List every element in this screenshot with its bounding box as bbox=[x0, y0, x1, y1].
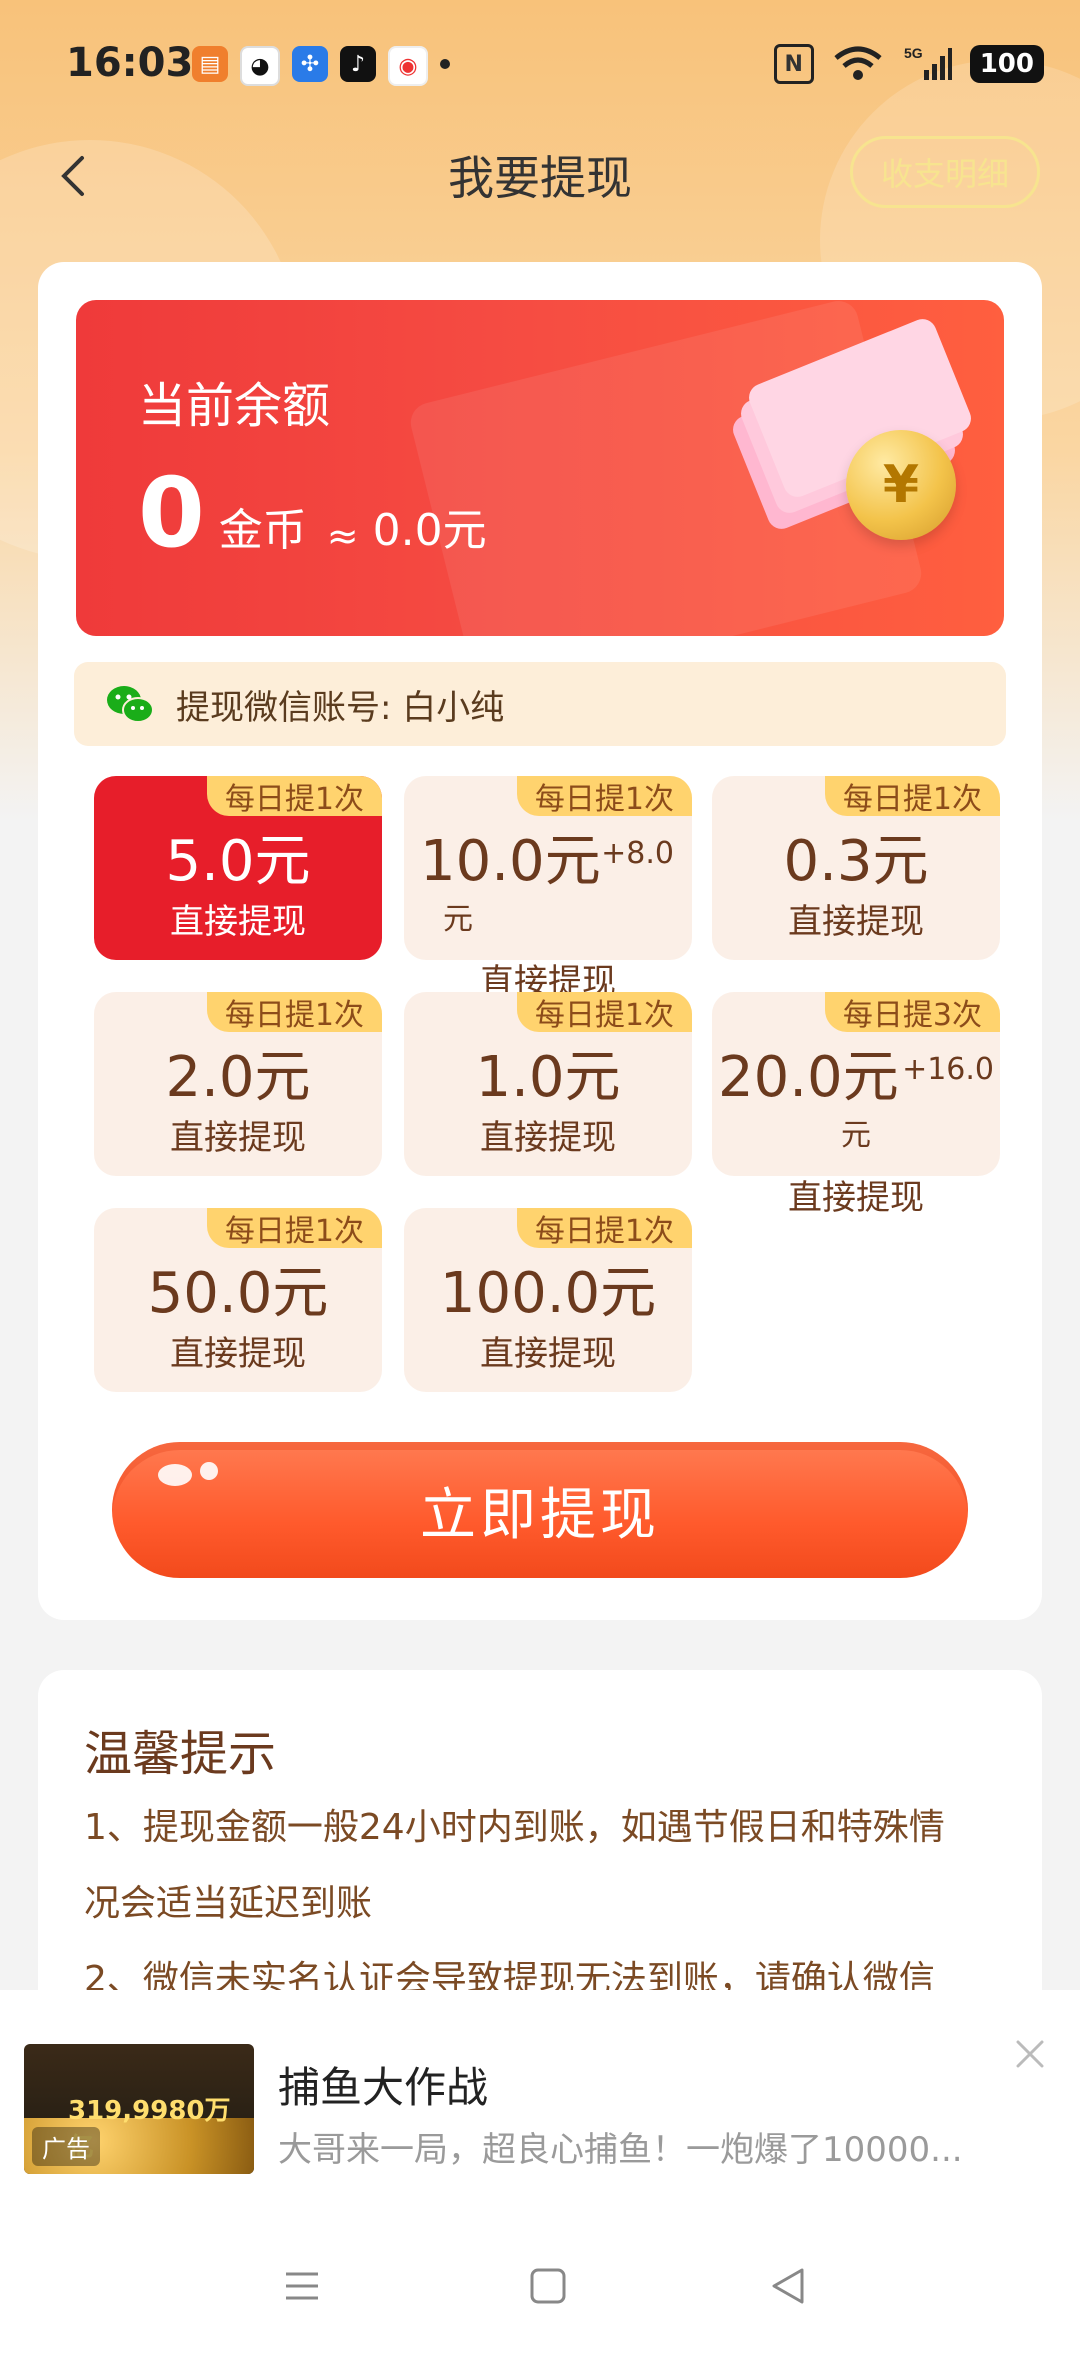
withdraw-option-2[interactable]: 每日提1次 2.0元 直接提现 bbox=[94, 992, 382, 1176]
withdraw-option-1[interactable]: 每日提1次 1.0元 直接提现 bbox=[404, 992, 692, 1176]
option-bonus-unit: 元 bbox=[443, 902, 473, 937]
option-bonus-unit: 元 bbox=[841, 1118, 871, 1153]
status-right: N 5G 100 bbox=[773, 44, 1044, 84]
withdraw-option-10[interactable]: 每日提1次 10.0元 +8.0 元 直接提现 bbox=[404, 776, 692, 1002]
option-amount: 0.3元 bbox=[783, 829, 929, 894]
qq-app-icon: ◕ bbox=[240, 46, 280, 86]
ad-title[interactable]: 捕鱼大作战 bbox=[278, 2054, 488, 2115]
option-amount: 100.0元 bbox=[439, 1261, 657, 1326]
ad-thumbnail[interactable]: 319,9980万亿 广告 bbox=[24, 2044, 254, 2174]
option-direct-label: 直接提现 bbox=[788, 902, 924, 942]
money-stack-illustration: ¥ bbox=[724, 314, 976, 540]
option-direct-label: 直接提现 bbox=[788, 1178, 924, 1218]
wechat-account-text: 提现微信账号: 白小纯 bbox=[176, 687, 505, 728]
balance-rmb: 0.0元 bbox=[372, 505, 487, 556]
option-amount: 20.0元 bbox=[718, 1045, 899, 1110]
wifi-icon bbox=[834, 46, 882, 80]
option-limit-badge: 每日提1次 bbox=[824, 776, 1000, 817]
balance-coins: 0 bbox=[138, 457, 205, 569]
option-direct-label: 直接提现 bbox=[170, 1334, 306, 1374]
back-triangle-icon[interactable] bbox=[768, 2266, 808, 2306]
nfc-icon: N bbox=[773, 44, 814, 84]
pinwheel-app-icon: ✣ bbox=[292, 46, 328, 82]
tips-title: 温馨提示 bbox=[84, 1726, 277, 1782]
more-notifications-dot bbox=[440, 59, 450, 69]
option-direct-label: 直接提现 bbox=[170, 1118, 306, 1158]
home-square-icon[interactable] bbox=[528, 2266, 568, 2306]
option-bonus: +16.0 bbox=[902, 1052, 994, 1087]
option-amount: 50.0元 bbox=[147, 1261, 329, 1326]
weibo-app-icon: ◉ bbox=[388, 46, 428, 86]
withdraw-now-label: 立即提现 bbox=[420, 1482, 660, 1548]
option-amount: 1.0元 bbox=[475, 1045, 621, 1110]
tips-card: 温馨提示 1、提现金额一般24小时内到账，如遇节假日和特殊情 况会适当延迟到账 … bbox=[38, 1670, 1042, 2030]
wechat-account-bar: 提现微信账号: 白小纯 bbox=[74, 662, 1006, 746]
cellular-signal-icon: 5G bbox=[904, 46, 952, 80]
option-amount: 10.0元 bbox=[420, 829, 601, 894]
menu-icon[interactable] bbox=[282, 2266, 322, 2306]
tips-line-1: 1、提现金额一般24小时内到账，如遇节假日和特殊情 bbox=[84, 1807, 945, 1848]
withdraw-option-100[interactable]: 每日提1次 100.0元 直接提现 bbox=[404, 1208, 692, 1392]
books-app-icon: ▤ bbox=[192, 46, 228, 82]
option-bonus: +8.0 bbox=[601, 836, 674, 871]
status-time: 16:03 bbox=[66, 40, 194, 86]
button-glint bbox=[200, 1462, 218, 1480]
withdraw-option-20[interactable]: 每日提3次 20.0元 +16.0 元 直接提现 bbox=[712, 992, 1000, 1218]
tips-line-2: 况会适当延迟到账 bbox=[84, 1883, 373, 1924]
tiktok-app-icon: ♪ bbox=[340, 46, 376, 82]
option-limit-badge: 每日提1次 bbox=[516, 1208, 692, 1249]
ad-tag: 广告 bbox=[32, 2127, 100, 2166]
option-limit-badge: 每日提1次 bbox=[516, 992, 692, 1033]
battery-indicator: 100 bbox=[969, 45, 1044, 83]
option-limit-badge: 每日提3次 bbox=[824, 992, 1000, 1033]
withdraw-option-50[interactable]: 每日提1次 50.0元 直接提现 bbox=[94, 1208, 382, 1392]
balance-label: 当前余额 bbox=[138, 378, 331, 434]
yuan-coin-icon: ¥ bbox=[846, 430, 956, 540]
option-limit-badge: 每日提1次 bbox=[206, 776, 382, 817]
option-direct-label: 直接提现 bbox=[480, 1118, 616, 1158]
network-type-label: 5G bbox=[904, 46, 923, 61]
option-limit-badge: 每日提1次 bbox=[206, 1208, 382, 1249]
top-navigation: 我要提现 收支明细 bbox=[0, 130, 1080, 230]
button-glint bbox=[158, 1464, 192, 1486]
system-navigation-bar bbox=[0, 2210, 1080, 2362]
withdraw-now-button[interactable]: 立即提现 bbox=[112, 1442, 968, 1578]
coin-unit: 金币 bbox=[218, 505, 307, 556]
income-expense-detail-button[interactable]: 收支明细 bbox=[849, 136, 1040, 208]
status-bar: 16:03 ▤ ◕ ✣ ♪ ◉ N 5G 100 bbox=[0, 0, 1080, 130]
balance-card: 当前余额 0 金币 ≈ 0.0元 ¥ bbox=[76, 300, 1004, 636]
wechat-icon bbox=[107, 686, 154, 723]
withdraw-option-0-3[interactable]: 每日提1次 0.3元 直接提现 bbox=[712, 776, 1000, 960]
option-direct-label: 直接提现 bbox=[480, 1334, 616, 1374]
approx-sign: ≈ bbox=[326, 514, 359, 558]
ad-banner[interactable]: 319,9980万亿 广告 捕鱼大作战 大哥来一局，超良心捕鱼！一炮爆了1000… bbox=[0, 1990, 1080, 2210]
status-app-icons: ▤ ◕ ✣ ♪ ◉ bbox=[192, 46, 450, 86]
option-limit-badge: 每日提1次 bbox=[516, 776, 692, 817]
ad-description[interactable]: 大哥来一局，超良心捕鱼！一炮爆了10000... bbox=[278, 2122, 998, 2171]
option-amount: 5.0元 bbox=[165, 829, 311, 894]
balance-value-row: 0 金币 ≈ 0.0元 bbox=[138, 457, 487, 569]
close-icon[interactable] bbox=[1010, 2034, 1050, 2074]
option-amount: 2.0元 bbox=[165, 1045, 311, 1110]
option-limit-badge: 每日提1次 bbox=[206, 992, 382, 1033]
